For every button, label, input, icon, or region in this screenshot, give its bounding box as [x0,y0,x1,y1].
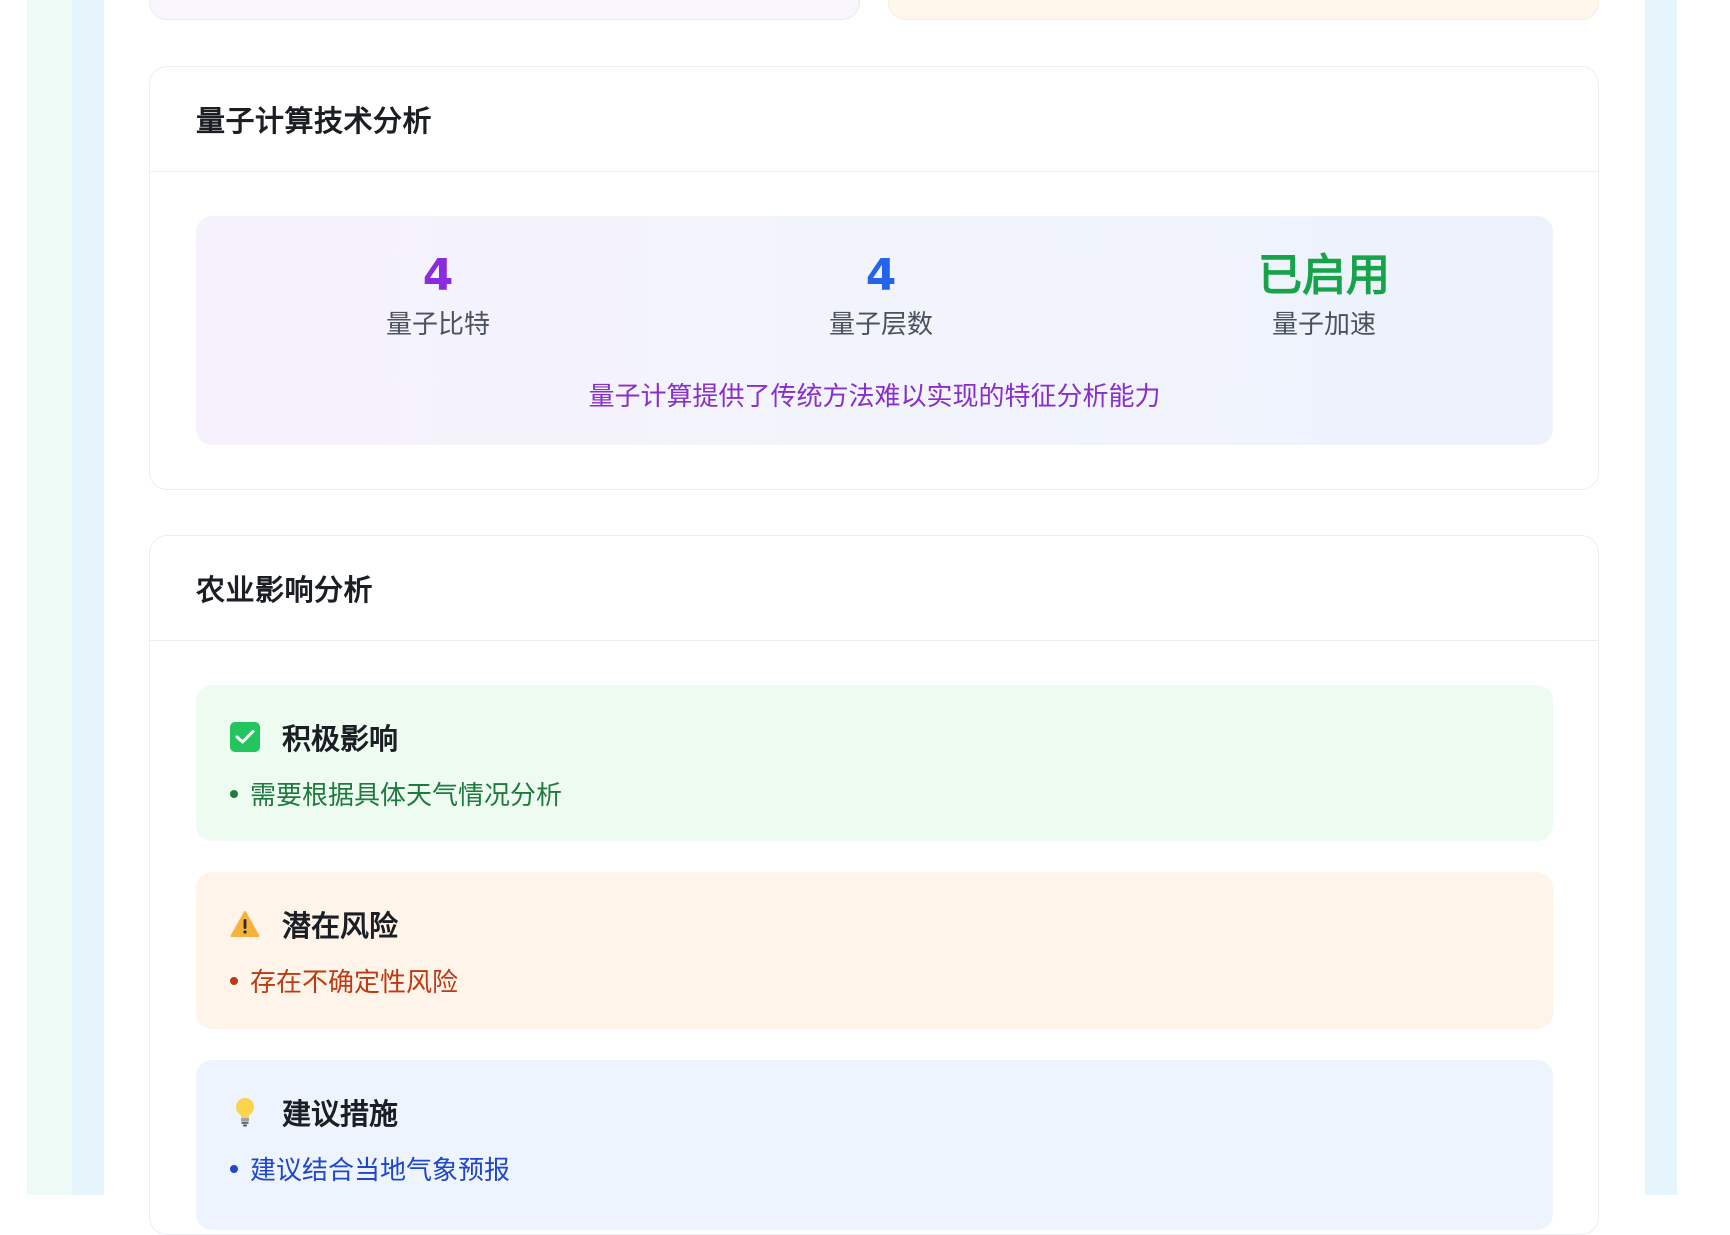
quantum-note: 量子计算提供了传统方法难以实现的特征分析能力 [588,382,1161,412]
bullet-dot [230,976,238,985]
positive-impact-box: 积极影响 需要根据具体天气情况分析 [196,685,1553,841]
risk-title: 潜在风险 [282,909,399,943]
risk-text: 存在不确定性风险 [250,968,459,998]
stat-acceleration-label: 量子加速 [1271,310,1376,340]
stat-layers: 4 量子层数 [731,250,1031,341]
list-item: 建议结合当地气象预报 [230,1150,1553,1187]
list-item: 存在不确定性风险 [230,962,1553,999]
suggestion-head: 建议措施 [230,1094,1553,1131]
quantum-analysis-card: 量子计算技术分析 4 量子比特 4 量子层数 已启用 量子加速 量子计算提供了传… [149,66,1599,490]
stat-layers-label: 量子层数 [828,310,933,340]
positive-impact-title: 积极影响 [282,722,399,756]
list-item: 需要根据具体天气情况分析 [230,775,1553,812]
quantum-analysis-header: 量子计算技术分析 [150,67,1598,172]
quantum-analysis-title: 量子计算技术分析 [196,104,433,138]
stat-qubits-value: 4 [422,250,454,301]
positive-impact-head: 积极影响 [230,719,1553,756]
lightbulb-icon [230,1097,260,1127]
suggestion-box: 建议措施 建议结合当地气象预报 [196,1060,1553,1230]
warning-icon [230,909,260,939]
suggestion-title: 建议措施 [282,1097,399,1131]
previous-card-right [888,0,1599,20]
stat-qubits: 4 量子比特 [288,250,588,341]
previous-card-left [149,0,860,20]
risk-box: 潜在风险 存在不确定性风险 [196,872,1553,1029]
check-box-icon [230,722,260,752]
agri-impact-title: 农业影响分析 [196,573,374,607]
bullet-dot [230,1164,238,1173]
stat-qubits-label: 量子比特 [385,310,490,340]
risk-head: 潜在风险 [230,906,1553,943]
quantum-stats-panel: 4 量子比特 4 量子层数 已启用 量子加速 量子计算提供了传统方法难以实现的特… [196,216,1553,445]
bullet-dot [230,789,238,798]
stat-acceleration-value: 已启用 [1258,250,1390,301]
agri-impact-card: 农业影响分析 积极影响 需要根据具体天气情况分析 潜在风险 存在不确定性风险 建… [149,535,1599,1235]
stat-layers-value: 4 [865,250,897,301]
agri-impact-header: 农业影响分析 [150,536,1598,641]
stat-acceleration: 已启用 量子加速 [1174,250,1474,341]
suggestion-text: 建议结合当地气象预报 [250,1156,511,1186]
positive-impact-text: 需要根据具体天气情况分析 [250,781,563,811]
